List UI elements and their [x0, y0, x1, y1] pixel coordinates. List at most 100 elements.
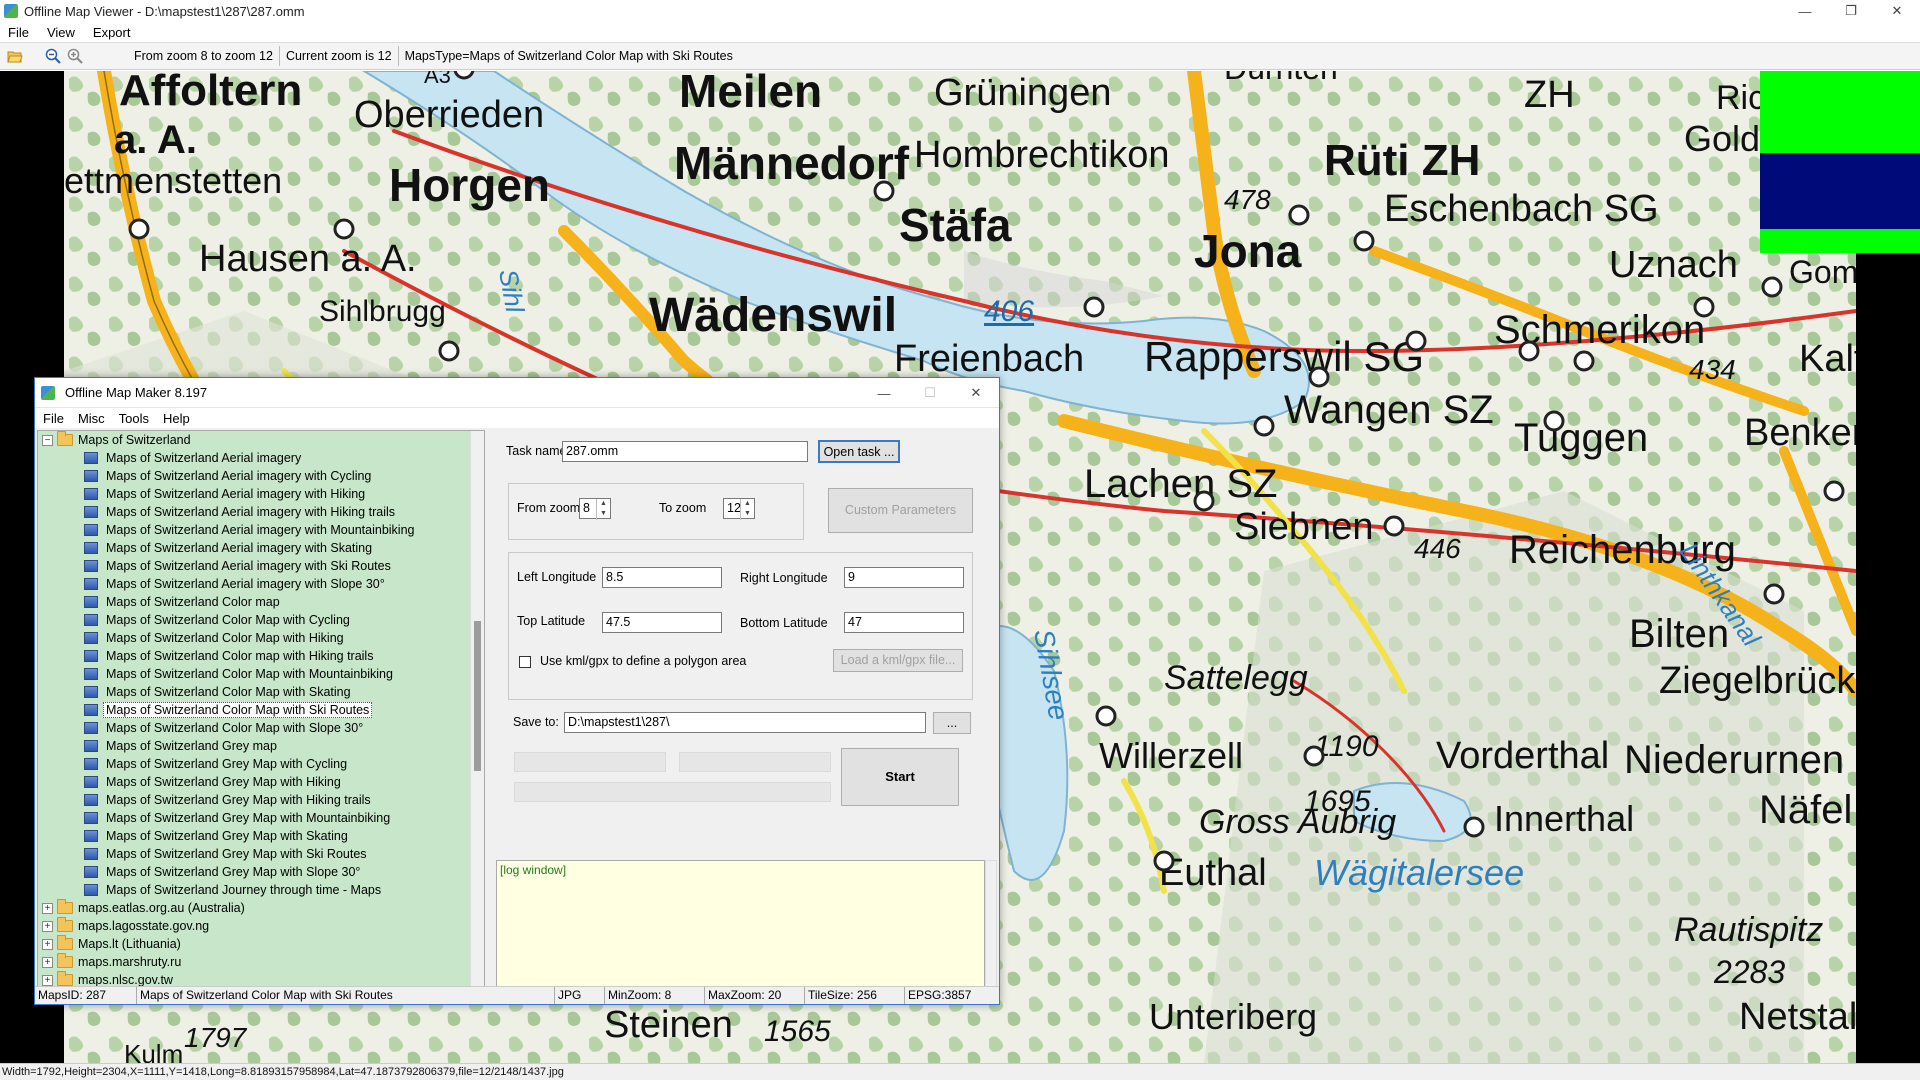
- zoom-out-icon[interactable]: [42, 45, 64, 67]
- tree-item-map[interactable]: Maps of Switzerland Color map: [84, 593, 283, 611]
- map-layer-icon: [84, 668, 98, 680]
- zoom-in-icon[interactable]: [64, 45, 86, 67]
- expand-icon[interactable]: +: [42, 920, 53, 932]
- top-latitude-input[interactable]: 47.5: [602, 612, 722, 633]
- tree-node-source[interactable]: + maps.eatlas.org.au (Australia): [42, 899, 245, 917]
- tree-item-label: Maps of Switzerland Aerial imagery with …: [106, 541, 373, 555]
- open-task-button[interactable]: Open task ...: [818, 440, 900, 463]
- tree-item-map[interactable]: Maps of Switzerland Aerial imagery with …: [84, 557, 394, 575]
- save-to-label: Save to:: [513, 715, 559, 729]
- bottom-latitude-input[interactable]: 47: [844, 612, 964, 633]
- tree-item-map[interactable]: Maps of Switzerland Color Map with Cycli…: [84, 611, 353, 629]
- map-label: Innerthal: [1494, 798, 1634, 839]
- dialog-minimize-button[interactable]: —: [861, 378, 907, 408]
- map-label: Sattelegg: [1164, 659, 1308, 697]
- progress-bar-total: [514, 782, 831, 802]
- dialog-menu-file[interactable]: File: [43, 411, 64, 426]
- load-kml-button[interactable]: Load a kml/gpx file...: [833, 649, 963, 672]
- map-label: Männedorf: [674, 137, 910, 189]
- tree-item-map[interactable]: Maps of Switzerland Color Map with Skati…: [84, 683, 354, 701]
- map-label: Horgen: [389, 159, 550, 211]
- tree-item-map[interactable]: Maps of Switzerland Grey Map with Slope …: [84, 863, 363, 881]
- tree-node-source[interactable]: + Maps.lt (Lithuania): [42, 935, 181, 953]
- expand-icon[interactable]: +: [42, 956, 53, 968]
- start-button[interactable]: Start: [841, 748, 959, 806]
- tree-item-map[interactable]: Maps of Switzerland Grey Map with Cyclin…: [84, 755, 350, 773]
- tree-item-map[interactable]: Maps of Switzerland Color Map with Ski R…: [84, 701, 373, 719]
- tree-item-map[interactable]: Maps of Switzerland Aerial imagery with …: [84, 575, 388, 593]
- tree-item-map[interactable]: Maps of Switzerland Color Map with Hikin…: [84, 629, 347, 647]
- tree-scrollbar-thumb[interactable]: [474, 621, 481, 771]
- tree-node-source[interactable]: + maps.marshruty.ru: [42, 953, 181, 971]
- map-label: Willerzell: [1099, 735, 1243, 776]
- save-to-input[interactable]: D:\mapstest1\287\: [564, 712, 926, 733]
- tree-item-map[interactable]: Maps of Switzerland Grey Map with Ski Ro…: [84, 845, 370, 863]
- dialog-menu-help[interactable]: Help: [163, 411, 190, 426]
- tree-item-map[interactable]: Maps of Switzerland Aerial imagery with …: [84, 485, 368, 503]
- use-kml-checkbox[interactable]: [519, 656, 531, 668]
- dialog-menu-misc[interactable]: Misc: [78, 411, 105, 426]
- tree-node-root[interactable]: − Maps of Switzerland: [42, 431, 191, 449]
- map-source-tree[interactable]: − Maps of Switzerland Maps of Switzerlan…: [37, 430, 485, 988]
- map-edge: [1856, 253, 1920, 1063]
- tree-item-label: Maps of Switzerland Grey Map with Hiking: [106, 775, 341, 789]
- dialog-window-controls: — ☐ ✕: [861, 378, 999, 408]
- tree-item-map[interactable]: Maps of Switzerland Grey map: [84, 737, 280, 755]
- tree-item-map[interactable]: Maps of Switzerland Aerial imagery with …: [84, 467, 374, 485]
- tree-node-label: maps.eatlas.org.au (Australia): [78, 901, 245, 915]
- dialog-menu-tools[interactable]: Tools: [119, 411, 149, 426]
- map-label: Rüti ZH: [1324, 136, 1480, 185]
- menu-view[interactable]: View: [47, 25, 75, 40]
- tree-node-source[interactable]: + maps.lagosstate.gov.ng: [42, 917, 209, 935]
- map-label: 434: [1689, 354, 1736, 385]
- tree-item-map[interactable]: Maps of Switzerland Color map with Hikin…: [84, 647, 376, 665]
- browse-button[interactable]: ...: [933, 712, 971, 734]
- tree-item-map[interactable]: Maps of Switzerland Grey Map with Mounta…: [84, 809, 393, 827]
- tree-item-map[interactable]: Maps of Switzerland Aerial imagery with …: [84, 521, 417, 539]
- tree-item-map[interactable]: Maps of Switzerland Journey through time…: [84, 881, 384, 899]
- use-kml-label: Use kml/gpx to define a polygon area: [540, 654, 747, 668]
- map-label: 1797: [184, 1022, 248, 1053]
- app-title: Offline Map Viewer - D:\mapstest1\287\28…: [24, 3, 305, 19]
- expand-icon[interactable]: +: [42, 974, 53, 986]
- tree-item-map[interactable]: Maps of Switzerland Grey Map with Hiking…: [84, 791, 374, 809]
- right-longitude-input[interactable]: 9: [844, 567, 964, 588]
- from-zoom-input[interactable]: 8 ▲ ▼: [579, 498, 611, 520]
- custom-parameters-button[interactable]: Custom Parameters: [828, 488, 973, 533]
- map-label: 2283: [1713, 954, 1785, 990]
- tree-item-map[interactable]: Maps of Switzerland Grey Map with Hiking: [84, 773, 344, 791]
- map-label: Kalt: [1799, 338, 1856, 380]
- maximize-button[interactable]: ❐: [1828, 0, 1874, 22]
- tree-item-map[interactable]: Maps of Switzerland Grey Map with Skatin…: [84, 827, 351, 845]
- collapse-icon[interactable]: −: [42, 434, 53, 446]
- tree-item-label: Maps of Switzerland Grey Map with Skatin…: [106, 829, 348, 843]
- menu-file[interactable]: File: [8, 25, 29, 40]
- top-latitude-label: Top Latitude: [517, 614, 586, 628]
- map-label: Affoltern: [119, 71, 302, 115]
- tree-item-map[interactable]: Maps of Switzerland Color Map with Slope…: [84, 719, 366, 737]
- app-icon: [4, 4, 18, 18]
- status-tile-size: TileSize: 256: [805, 987, 905, 1004]
- dialog-maximize-button[interactable]: ☐: [907, 378, 953, 408]
- close-button[interactable]: ✕: [1874, 0, 1920, 22]
- menu-export[interactable]: Export: [93, 25, 131, 40]
- left-longitude-input[interactable]: 8.5: [602, 567, 722, 588]
- tree-scrollbar[interactable]: [470, 431, 484, 987]
- minimize-button[interactable]: —: [1782, 0, 1828, 22]
- from-zoom-spinner[interactable]: ▲ ▼: [596, 499, 610, 520]
- dialog-close-button[interactable]: ✕: [953, 378, 999, 408]
- tree-item-map[interactable]: Maps of Switzerland Color Map with Mount…: [84, 665, 396, 683]
- map-layer-icon: [84, 848, 98, 860]
- tree-item-map[interactable]: Maps of Switzerland Aerial imagery with …: [84, 539, 375, 557]
- tree-item-map[interactable]: Maps of Switzerland Aerial imagery: [84, 449, 304, 467]
- to-zoom-spinner[interactable]: ▲ ▼: [740, 499, 754, 520]
- expand-icon[interactable]: +: [42, 902, 53, 914]
- log-window[interactable]: [log window]: [496, 860, 985, 988]
- open-folder-icon[interactable]: [4, 45, 26, 67]
- task-name-input[interactable]: 287.omm: [562, 441, 808, 462]
- map-label: Gom: [1789, 254, 1856, 290]
- to-zoom-input[interactable]: 12 ▲ ▼: [723, 498, 755, 520]
- log-scrollbar[interactable]: [985, 860, 997, 988]
- tree-item-map[interactable]: Maps of Switzerland Aerial imagery with …: [84, 503, 398, 521]
- expand-icon[interactable]: +: [42, 938, 53, 950]
